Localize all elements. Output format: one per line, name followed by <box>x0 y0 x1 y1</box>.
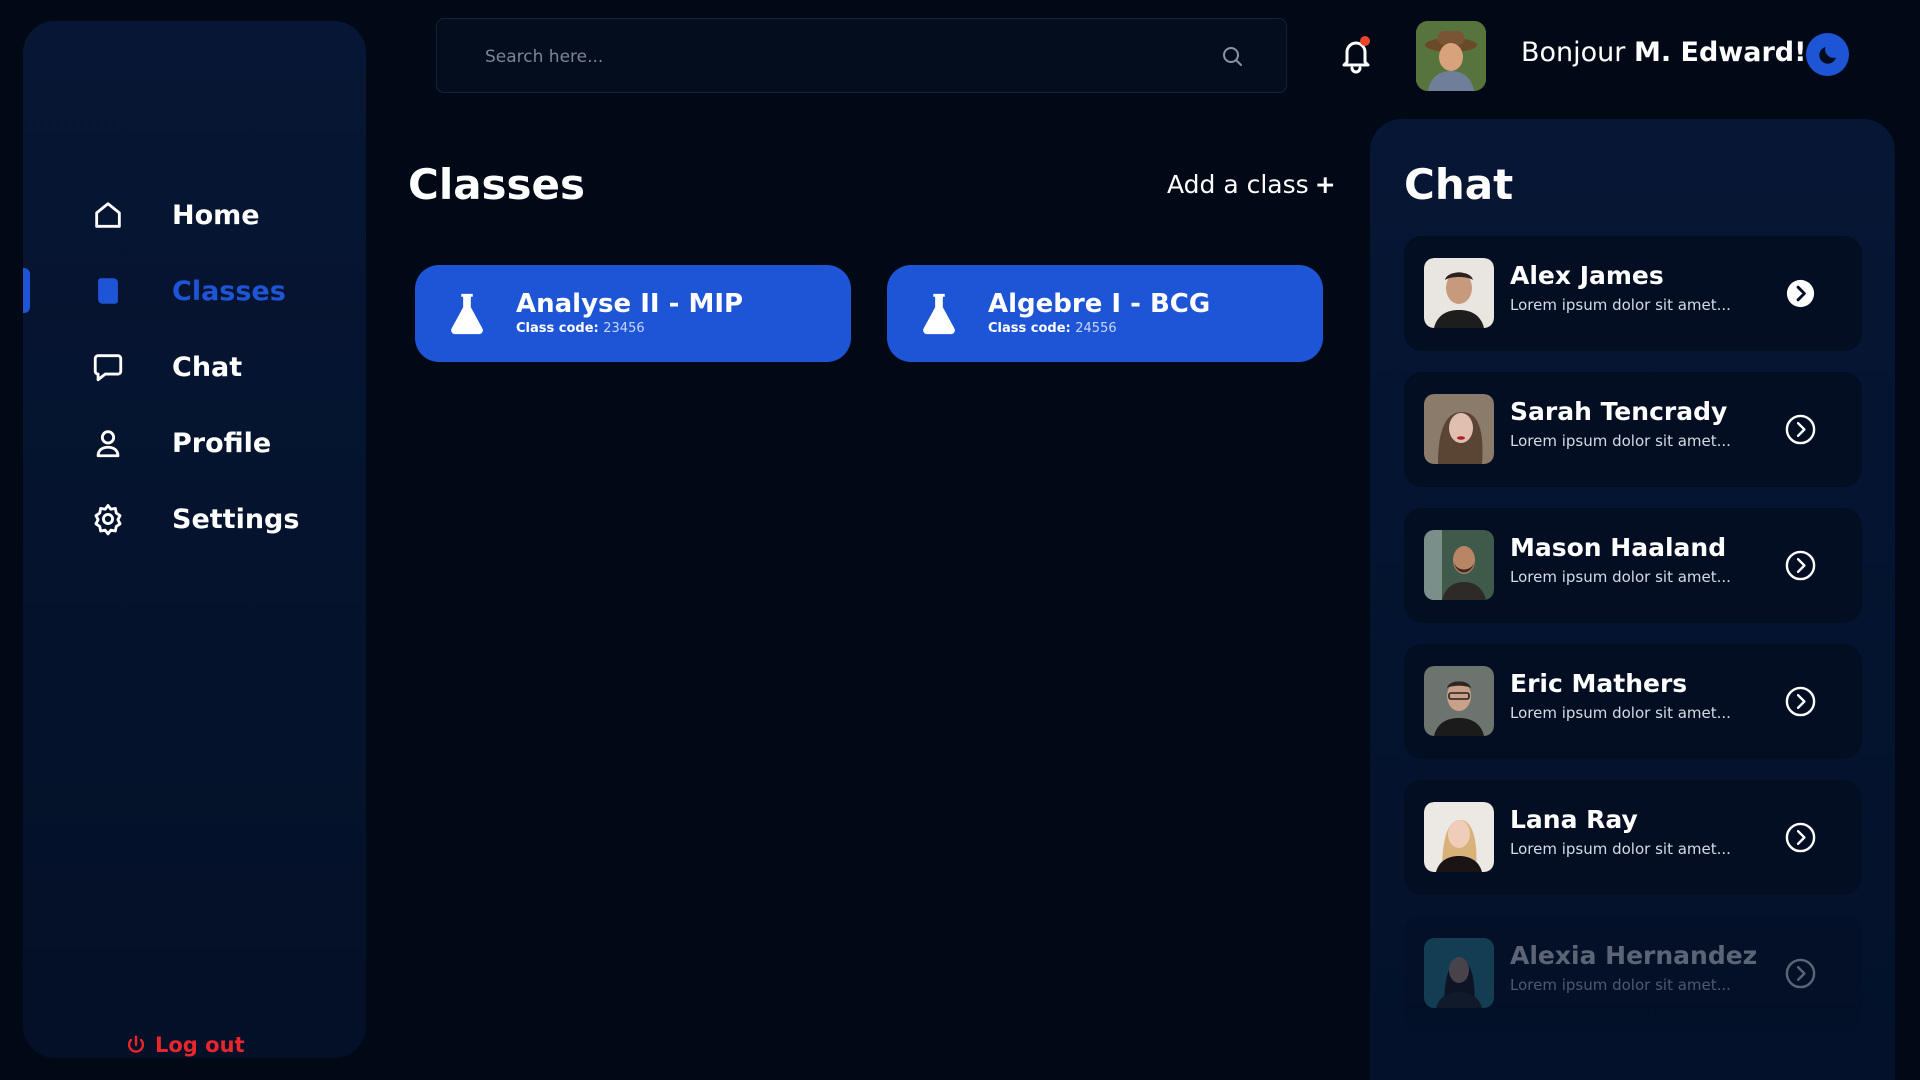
avatar <box>1424 938 1494 1008</box>
chat-message-preview: Lorem ipsum dolor sit amet... <box>1510 840 1731 858</box>
moon-icon <box>1818 46 1836 64</box>
class-code-value: 24556 <box>1075 321 1117 336</box>
sidebar-item-profile[interactable]: Profile <box>91 421 341 465</box>
user-icon <box>91 426 125 460</box>
chat-message-preview: Lorem ipsum dolor sit amet... <box>1510 976 1731 994</box>
open-chat-button[interactable] <box>1784 821 1817 854</box>
class-code-label: Class code: <box>516 321 604 336</box>
sidebar-item-label: Profile <box>172 427 272 459</box>
chat-message-preview: Lorem ipsum dolor sit amet... <box>1510 296 1731 314</box>
chat-list-item[interactable]: Eric Mathers Lorem ipsum dolor sit amet.… <box>1404 644 1862 759</box>
greeting-prefix: Bonjour <box>1521 37 1634 68</box>
class-code: Class code: 23456 <box>516 321 645 336</box>
chat-contact-name: Eric Mathers <box>1510 669 1688 698</box>
logout-label: Log out <box>155 1033 245 1057</box>
chevron-right-circle-icon <box>1785 958 1816 989</box>
gear-icon <box>91 502 125 536</box>
class-card[interactable]: Analyse II - MIP Class code: 23456 <box>415 265 851 362</box>
avatar <box>1424 530 1494 600</box>
flask-icon <box>923 293 955 335</box>
chat-message-preview: Lorem ipsum dolor sit amet... <box>1510 704 1731 722</box>
chevron-right-circle-icon <box>1785 686 1816 717</box>
sidebar-item-home[interactable]: Home <box>91 193 341 237</box>
app-root: Home Classes Chat Profile Settings Log o… <box>0 0 1920 1080</box>
sidebar-item-settings[interactable]: Settings <box>91 497 341 541</box>
class-name: Algebre I - BCG <box>988 289 1211 319</box>
notification-bell-button[interactable] <box>1334 32 1378 76</box>
sidebar-item-label: Settings <box>172 503 300 535</box>
class-code: Class code: 24556 <box>988 321 1117 336</box>
add-class-label: Add a class <box>1167 170 1309 199</box>
bell-icon <box>1342 36 1370 74</box>
sidebar-item-classes[interactable]: Classes <box>91 269 341 313</box>
sidebar-item-label: Home <box>172 199 260 231</box>
chat-list-item[interactable]: Sarah Tencrady Lorem ipsum dolor sit ame… <box>1404 372 1862 487</box>
chat-contact-name: Alexia Hernandez <box>1510 941 1758 970</box>
class-card[interactable]: Algebre I - BCG Class code: 24556 <box>887 265 1323 362</box>
add-class-button[interactable]: Add a class + <box>1167 170 1336 199</box>
chat-list-item[interactable]: Lana Ray Lorem ipsum dolor sit amet... <box>1404 780 1862 895</box>
chat-message-preview: Lorem ipsum dolor sit amet... <box>1510 568 1731 586</box>
open-chat-button[interactable] <box>1784 413 1817 446</box>
chat-contact-name: Mason Haaland <box>1510 533 1727 562</box>
class-code-value: 23456 <box>603 321 645 336</box>
chat-list-item[interactable]: Mason Haaland Lorem ipsum dolor sit amet… <box>1404 508 1862 623</box>
theme-toggle-button[interactable] <box>1806 33 1849 76</box>
search-bar <box>436 18 1287 93</box>
chevron-right-circle-icon <box>1785 414 1816 445</box>
class-name: Analyse II - MIP <box>516 289 744 319</box>
sidebar-item-label: Chat <box>172 351 243 383</box>
active-nav-marker <box>23 268 30 313</box>
chat-list-item[interactable]: Alexia Hernandez Lorem ipsum dolor sit a… <box>1404 916 1862 1031</box>
avatar <box>1424 802 1494 872</box>
greeting: Bonjour M. Edward! <box>1521 37 1806 68</box>
open-chat-button[interactable] <box>1784 685 1817 718</box>
sidebar-item-label: Classes <box>172 275 286 307</box>
greeting-name: M. Edward! <box>1633 37 1807 68</box>
logout-button[interactable]: Log out <box>125 1033 245 1057</box>
class-code-label: Class code: <box>988 321 1076 336</box>
chevron-right-circle-icon <box>1785 550 1816 581</box>
search-icon[interactable] <box>1220 44 1244 68</box>
search-input[interactable] <box>485 41 1165 73</box>
page-title: Classes <box>408 160 586 209</box>
open-chat-button[interactable] <box>1784 549 1817 582</box>
open-chat-button[interactable] <box>1784 277 1817 310</box>
chat-bubble-icon <box>91 350 125 384</box>
sidebar: Home Classes Chat Profile Settings Log o… <box>23 21 366 1058</box>
sidebar-item-chat[interactable]: Chat <box>91 345 341 389</box>
user-avatar[interactable] <box>1416 21 1486 91</box>
avatar <box>1424 258 1494 328</box>
avatar <box>1424 666 1494 736</box>
chat-message-preview: Lorem ipsum dolor sit amet... <box>1510 432 1731 450</box>
chat-list-item[interactable]: Alex James Lorem ipsum dolor sit amet... <box>1404 236 1862 351</box>
chevron-right-circle-icon <box>1786 279 1815 308</box>
chevron-right-circle-icon <box>1785 822 1816 853</box>
book-icon <box>91 274 125 308</box>
chat-title: Chat <box>1404 160 1514 209</box>
avatar <box>1424 394 1494 464</box>
home-icon <box>91 198 125 232</box>
flask-icon <box>451 293 483 335</box>
open-chat-button[interactable] <box>1784 957 1817 990</box>
plus-icon: + <box>1314 170 1336 199</box>
chat-contact-name: Lana Ray <box>1510 805 1638 834</box>
chat-contact-name: Sarah Tencrady <box>1510 397 1728 426</box>
power-icon <box>127 1035 145 1053</box>
chat-contact-name: Alex James <box>1510 261 1664 290</box>
